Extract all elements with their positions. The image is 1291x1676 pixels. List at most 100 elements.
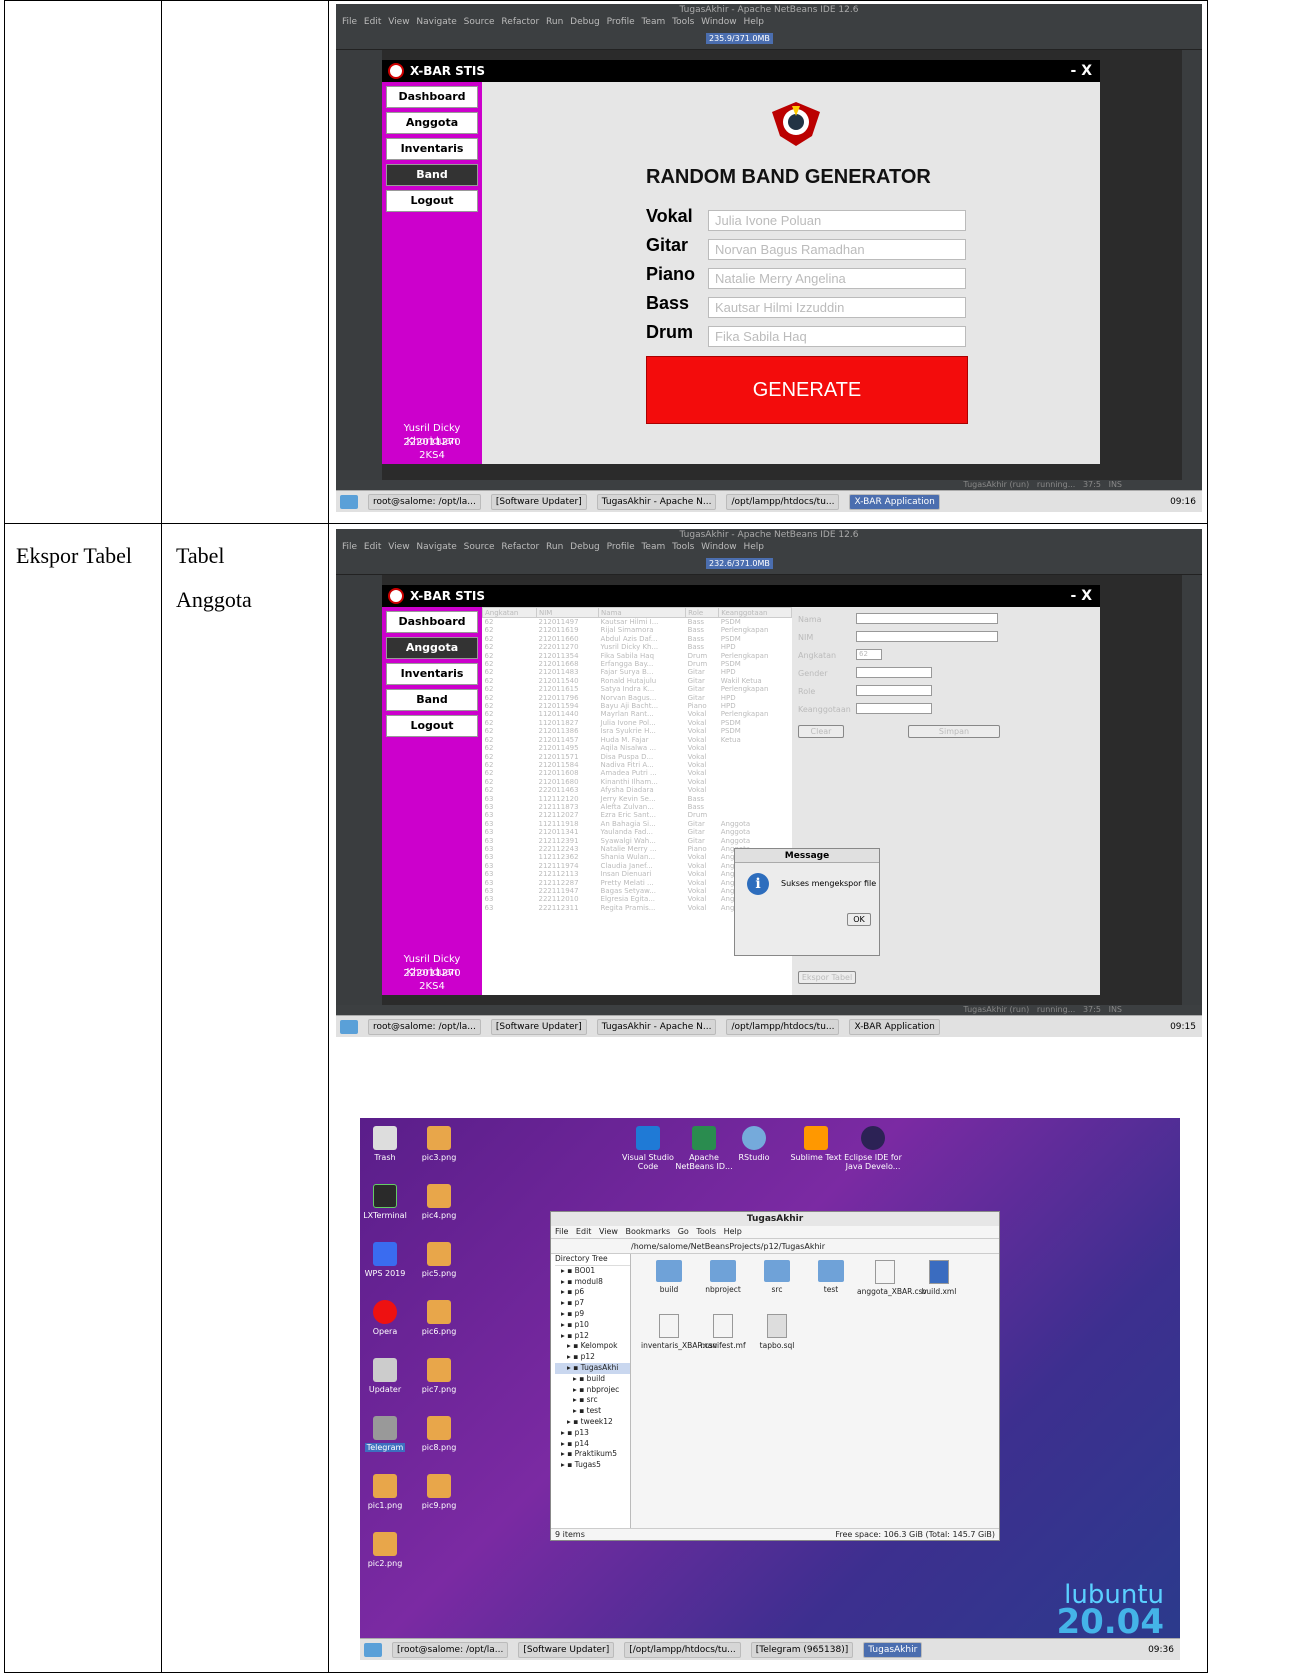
ide-menubar[interactable]: File Edit View Navigate Source Refactor … bbox=[336, 541, 1202, 553]
taskbar-item[interactable]: root@salome: /opt/la... bbox=[368, 1018, 481, 1035]
tree-item[interactable]: ▸ ▪ p14 bbox=[555, 1439, 630, 1450]
memory-indicator[interactable]: 232.6/371.0MB bbox=[706, 558, 773, 569]
start-menu-icon[interactable] bbox=[340, 494, 358, 509]
window-close-button[interactable]: - X bbox=[1071, 585, 1092, 607]
taskbar-item[interactable]: [Software Updater] bbox=[490, 1018, 587, 1035]
start-menu-icon[interactable] bbox=[364, 1642, 382, 1657]
desktop-icon-pic2[interactable]: pic2.png bbox=[360, 1532, 410, 1568]
desktop-icon-pic4[interactable]: pic4.png bbox=[414, 1184, 464, 1220]
taskbar-item[interactable]: TugasAkhir bbox=[863, 1641, 923, 1658]
table-column-header[interactable]: NIM bbox=[535, 607, 600, 618]
taskbar-item[interactable]: TugasAkhir - Apache N... bbox=[596, 493, 717, 510]
table-row[interactable]: 62 212011584 Nadiva Fitri A... Vokal bbox=[483, 761, 792, 769]
tree-item[interactable]: ▸ ▪ test bbox=[555, 1406, 630, 1417]
desktop-icon-telegram[interactable]: Telegram bbox=[360, 1416, 410, 1452]
taskbar-item[interactable]: root@salome: /opt/la... bbox=[368, 493, 481, 510]
tree-item[interactable]: ▸ ▪ Praktikum5 bbox=[555, 1449, 630, 1460]
simpan-button[interactable]: Simpan bbox=[908, 725, 1000, 738]
nav-dashboard-button[interactable]: Dashboard bbox=[386, 86, 478, 108]
taskbar-item[interactable]: /opt/lampp/htdocs/tu... bbox=[726, 493, 840, 510]
tree-item[interactable]: ▸ ▪ Tugas5 bbox=[555, 1460, 630, 1471]
taskbar-item[interactable]: TugasAkhir - Apache N... bbox=[596, 1018, 717, 1035]
taskbar-item[interactable]: /opt/lampp/htdocs/tu... bbox=[726, 1018, 840, 1035]
file-item-src[interactable]: src bbox=[749, 1260, 805, 1294]
keanggotaan-select[interactable] bbox=[856, 703, 932, 714]
desktop-icon-eclipse[interactable]: Eclipse IDE for Java Develo... bbox=[840, 1126, 906, 1171]
fm-menubar[interactable]: File Edit View Bookmarks Go Tools Help bbox=[551, 1226, 999, 1238]
nav-logout-button[interactable]: Logout bbox=[386, 715, 478, 737]
fm-directory-tree[interactable]: Directory Tree ▸ ▪ BO01 ▸ ▪ modul8 ▸ ▪ p6 ▸… bbox=[551, 1254, 631, 1528]
desktop-icon-netbeans[interactable]: Apache NetBeans ID... bbox=[674, 1126, 734, 1171]
tree-item[interactable]: ▸ ▪ nbprojec bbox=[555, 1385, 630, 1396]
table-row[interactable]: 62 212011594 Bayu Aji Bacht... Piano HPD bbox=[483, 702, 792, 710]
table-row[interactable]: 63 112111918 An Bahagia Si... Gitar Anggota bbox=[483, 820, 792, 828]
desktop-icon-pic6[interactable]: pic6.png bbox=[414, 1300, 464, 1336]
tree-item[interactable]: ▸ ▪ p7 bbox=[555, 1298, 630, 1309]
desktop-icon-updater[interactable]: Updater bbox=[360, 1358, 410, 1394]
tree-item[interactable]: ▸ ▪ src bbox=[555, 1395, 630, 1406]
file-item-inventaris-csv[interactable]: inventaris_XBAR.csv bbox=[641, 1314, 717, 1350]
tree-item[interactable]: ▸ ▪ BO01 bbox=[555, 1266, 630, 1277]
table-row[interactable]: 62 112011827 Julia Ivone Pol... Vokal PSDM bbox=[483, 719, 792, 727]
table-row[interactable]: 62 212011571 Disa Puspa D... Vokal bbox=[483, 753, 792, 761]
tree-item[interactable]: ▸ ▪ p6 bbox=[555, 1287, 630, 1298]
table-row[interactable]: 62 222011270 Yusril Dicky Kh... Bass HPD bbox=[483, 643, 792, 651]
field-bass[interactable]: Kautsar Hilmi Izzuddin bbox=[708, 297, 966, 318]
tree-item[interactable]: ▸ ▪ modul8 bbox=[555, 1277, 630, 1288]
tree-item[interactable]: ▸ ▪ build bbox=[555, 1374, 630, 1385]
field-piano[interactable]: Natalie Merry Angelina bbox=[708, 268, 966, 289]
table-row[interactable]: 62 212011668 Erfangga Bay... Drum PSDM bbox=[483, 660, 792, 668]
table-row[interactable]: 62 212011608 Amadea Putri ... Vokal bbox=[483, 769, 792, 777]
file-item-anggota-csv[interactable]: anggota_XBAR.csv bbox=[857, 1260, 927, 1296]
ok-button[interactable]: OK bbox=[847, 913, 871, 926]
tree-item[interactable]: ▸ ▪ p10 bbox=[555, 1320, 630, 1331]
table-row[interactable]: 62 212011796 Norvan Bagus... Gitar HPD bbox=[483, 694, 792, 702]
table-row[interactable]: 62 212011497 Kautsar Hilmi I... Bass PSDM bbox=[483, 618, 792, 627]
nav-inventaris-button[interactable]: Inventaris bbox=[386, 663, 478, 685]
file-item-manifest[interactable]: manifest.mf bbox=[695, 1314, 751, 1350]
table-row[interactable]: 62 212011619 Rijal Simamora Bass Perlengkapa… bbox=[483, 626, 792, 634]
desktop-icon-pic1[interactable]: pic1.png bbox=[360, 1474, 410, 1510]
table-row[interactable]: 62 212011680 Kinanthi Ilham... Vokal bbox=[483, 778, 792, 786]
tree-item[interactable]: ▸ ▪ Kelompok bbox=[555, 1341, 630, 1352]
table-row[interactable]: 63 212112391 Syawalgi Wah... Gitar Anggota bbox=[483, 837, 792, 845]
table-row[interactable]: 62 212011660 Abdul Azis Daf... Bass PSDM bbox=[483, 635, 792, 643]
field-vokal[interactable]: Julia Ivone Poluan bbox=[708, 210, 966, 231]
table-row[interactable]: 63 212111873 Alefta Zulvan... Bass bbox=[483, 803, 792, 811]
table-row[interactable]: 62 212011540 Ronald Hutajulu Gitar Wakil Ket… bbox=[483, 677, 792, 685]
field-drum[interactable]: Fika Sabila Haq bbox=[708, 326, 966, 347]
table-column-header[interactable]: Nama bbox=[598, 607, 687, 618]
table-row[interactable]: 63 212112027 Ezra Eric Sant... Drum bbox=[483, 811, 792, 819]
nav-band-generator-button[interactable]: Band Generator bbox=[386, 164, 478, 201]
start-menu-icon[interactable] bbox=[340, 1019, 358, 1034]
nav-inventaris-button[interactable]: Inventaris bbox=[386, 138, 478, 160]
angkatan-spinner[interactable]: 62 bbox=[856, 649, 882, 660]
fm-path-bar[interactable]: /home/salome/NetBeansProjects/p12/TugasA… bbox=[551, 1238, 999, 1254]
table-row[interactable]: 62 112011440 Mayrlan Rant... Vokal Perlengka… bbox=[483, 710, 792, 718]
file-item-test[interactable]: test bbox=[803, 1260, 859, 1294]
nav-anggota-button[interactable]: Anggota bbox=[386, 637, 478, 659]
table-column-header[interactable]: Role bbox=[685, 607, 720, 618]
taskbar-item[interactable]: X-BAR Application bbox=[849, 493, 940, 510]
desktop-icon-pic5[interactable]: pic5.png bbox=[414, 1242, 464, 1278]
nav-band-generator-button[interactable]: Band Generator bbox=[386, 689, 478, 726]
taskbar-item[interactable]: [root@salome: /opt/la... bbox=[392, 1641, 509, 1658]
desktop-icon-wps[interactable]: WPS 2019 bbox=[360, 1242, 410, 1278]
table-row[interactable]: 62 212011386 Isra Syukrie H... Vokal PSDM bbox=[483, 727, 792, 735]
generate-button[interactable]: GENERATE bbox=[646, 356, 968, 424]
table-row[interactable]: 62 222011463 Afysha Diadara Vokal bbox=[483, 786, 792, 794]
input-nama[interactable] bbox=[856, 613, 998, 624]
ekspor-tabel-button[interactable]: Ekspor Tabel bbox=[798, 971, 856, 984]
nav-dashboard-button[interactable]: Dashboard bbox=[386, 611, 478, 633]
desktop-icon-pic8[interactable]: pic8.png bbox=[414, 1416, 464, 1452]
desktop-icon-vscode[interactable]: Visual Studio Code bbox=[618, 1126, 678, 1171]
taskbar-item[interactable]: [/opt/lampp/htdocs/tu... bbox=[624, 1641, 741, 1658]
nav-logout-button[interactable]: Logout bbox=[386, 190, 478, 212]
tree-item[interactable]: ▸ ▪ p12 bbox=[555, 1352, 630, 1363]
desktop-icon-pic9[interactable]: pic9.png bbox=[414, 1474, 464, 1510]
taskbar-item[interactable]: X-BAR Application bbox=[849, 1018, 940, 1035]
table-row[interactable]: 63 212011341 Yaulanda Fad... Gitar Anggota bbox=[483, 828, 792, 836]
tree-item[interactable]: ▸ ▪ TugasAkhi bbox=[555, 1362, 630, 1374]
nav-anggota-button[interactable]: Anggota bbox=[386, 112, 478, 134]
desktop-icon-lxterminal[interactable]: LXTerminal bbox=[360, 1184, 410, 1220]
